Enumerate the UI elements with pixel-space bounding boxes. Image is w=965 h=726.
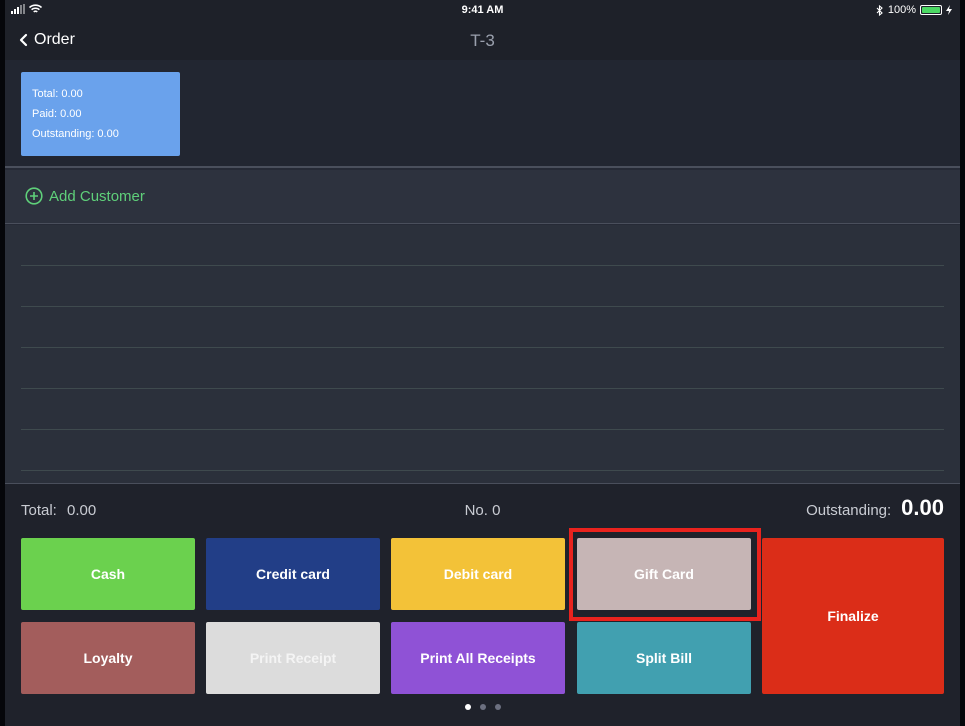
print-all-receipts-button[interactable]: Print All Receipts — [391, 622, 565, 694]
totals-row: Total: 0.00 No. 0 Outstanding: 0.00 — [5, 484, 960, 536]
add-customer-button[interactable]: Add Customer — [25, 187, 145, 205]
summary-area: Total: 0.00 Paid: 0.00 Outstanding: 0.00 — [5, 60, 960, 168]
split-bill-button[interactable]: Split Bill — [577, 622, 751, 694]
plus-circle-icon — [25, 187, 43, 205]
list-divider — [21, 470, 944, 471]
page-indicator — [5, 704, 960, 710]
list-divider — [21, 429, 944, 430]
list-divider — [21, 347, 944, 348]
charging-icon — [946, 5, 952, 15]
summary-outstanding: Outstanding: 0.00 — [32, 128, 119, 140]
bill-summary-card[interactable]: Total: 0.00 Paid: 0.00 Outstanding: 0.00 — [21, 72, 180, 156]
add-customer-label: Add Customer — [49, 187, 145, 205]
print-receipt-button[interactable]: Print Receipt — [206, 622, 380, 694]
customer-row: Add Customer — [5, 170, 960, 224]
debit-card-button[interactable]: Debit card — [391, 538, 565, 610]
credit-card-button[interactable]: Credit card — [206, 538, 380, 610]
gift-card-highlight — [569, 528, 761, 621]
list-divider — [21, 265, 944, 266]
page-title: T-3 — [470, 31, 495, 50]
summary-total: Total: 0.00 — [32, 88, 83, 100]
bluetooth-icon — [876, 4, 883, 16]
outstanding-label: Outstanding: — [806, 502, 892, 519]
loyalty-button[interactable]: Loyalty — [21, 622, 195, 694]
cash-button[interactable]: Cash — [21, 538, 195, 610]
list-divider — [21, 306, 944, 307]
list-divider — [21, 388, 944, 389]
page-dot[interactable] — [494, 704, 501, 710]
finalize-button[interactable]: Finalize — [762, 538, 944, 694]
summary-paid: Paid: 0.00 — [32, 108, 82, 120]
page-dot[interactable] — [479, 704, 486, 710]
nav-bar: Order T-3 — [5, 22, 960, 60]
battery-percent: 100% — [887, 4, 916, 16]
outstanding-value: 0.00 — [901, 495, 944, 520]
pos-screen: 9:41 AM 100% Order T-3 Total: 0.00 Paid:… — [5, 0, 960, 726]
battery-icon — [920, 5, 942, 15]
page-dot[interactable] — [464, 704, 471, 710]
outstanding-display: Outstanding: 0.00 — [806, 495, 944, 521]
order-items-list — [5, 225, 960, 483]
battery-fill — [922, 7, 940, 13]
status-bar: 9:41 AM 100% — [5, 0, 960, 22]
status-right: 100% — [876, 4, 952, 16]
status-time: 9:41 AM — [461, 4, 504, 16]
